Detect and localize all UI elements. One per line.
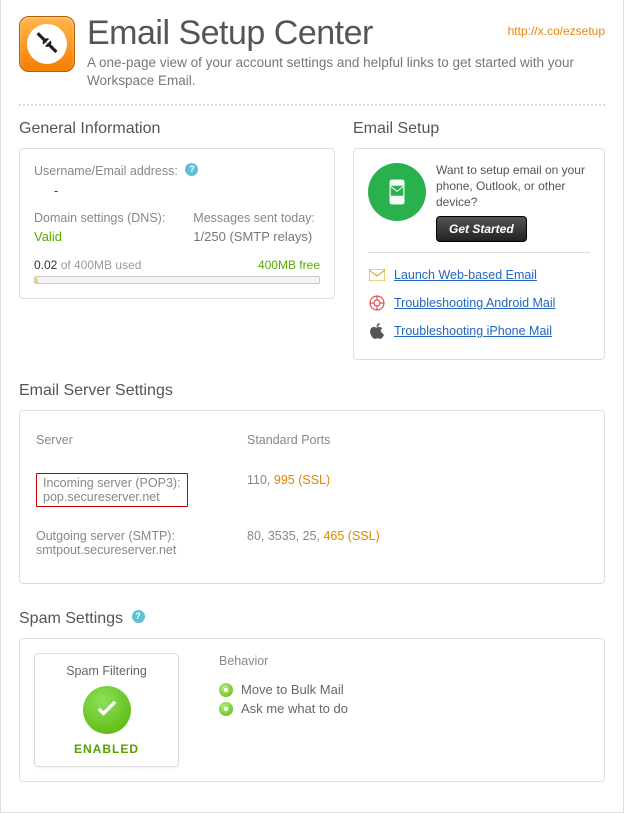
col-ports: Standard Ports	[247, 427, 588, 461]
storage-used: 0.02	[34, 258, 57, 272]
list-item: Launch Web-based Email	[368, 261, 590, 289]
help-icon[interactable]: ?	[185, 163, 198, 176]
top-link[interactable]: http://x.co/ezsetup	[508, 24, 605, 38]
incoming-server-host: pop.secureserver.net	[43, 490, 160, 504]
launch-webmail-link[interactable]: Launch Web-based Email	[394, 268, 537, 282]
outgoing-server-label: Outgoing server (SMTP):	[36, 529, 175, 543]
sent-label: Messages sent today:	[193, 211, 315, 225]
storage-bar	[34, 276, 320, 284]
sent-value: 1/250 (SMTP relays)	[193, 229, 315, 244]
page-header: Email Setup Center A one-page view of yo…	[19, 16, 605, 90]
envelope-icon	[368, 266, 386, 284]
table-row: Outgoing server (SMTP): smtpout.securese…	[36, 519, 588, 567]
spam-filtering-card: Spam Filtering ENABLED	[34, 653, 179, 767]
storage-free: 400MB free	[258, 258, 320, 272]
page-subtitle: A one-page view of your account settings…	[87, 54, 605, 90]
spam-status: ENABLED	[41, 742, 172, 756]
tools-icon	[19, 16, 75, 72]
behavior-label: Behavior	[219, 654, 268, 668]
spam-card-title: Spam Filtering	[41, 664, 172, 678]
incoming-ports-plain: 110,	[247, 473, 274, 487]
behavior-option[interactable]: Move to Bulk Mail	[219, 682, 348, 697]
get-started-button[interactable]: Get Started	[436, 216, 527, 242]
storage-bar-fill	[35, 277, 38, 283]
list-item: Troubleshooting iPhone Mail	[368, 317, 590, 345]
behavior-option[interactable]: Ask me what to do	[219, 701, 348, 716]
dns-label: Domain settings (DNS):	[34, 211, 165, 225]
spam-settings-panel: Spam Filtering ENABLED Behavior Move to …	[19, 638, 605, 782]
incoming-server-highlight: Incoming server (POP3): pop.secureserver…	[36, 473, 188, 507]
outgoing-ports-ssl: 465 (SSL)	[323, 529, 379, 543]
list-item: Troubleshooting Android Mail	[368, 289, 590, 317]
troubleshoot-android-link[interactable]: Troubleshooting Android Mail	[394, 296, 555, 310]
section-title-general-info: General Information	[19, 120, 335, 138]
username-label: Username/Email address:	[34, 164, 178, 178]
general-info-panel: Username/Email address: ? - Domain setti…	[19, 148, 335, 299]
behavior-option-label: Move to Bulk Mail	[241, 682, 344, 697]
behavior-option-label: Ask me what to do	[241, 701, 348, 716]
incoming-ports-ssl: 995 (SSL)	[274, 473, 330, 487]
setup-prompt: Want to setup email on your phone, Outlo…	[436, 163, 590, 210]
radio-dot-icon	[219, 702, 233, 716]
checkmark-icon	[83, 686, 131, 734]
email-setup-panel: Want to setup email on your phone, Outlo…	[353, 148, 605, 360]
troubleshoot-iphone-link[interactable]: Troubleshooting iPhone Mail	[394, 324, 552, 338]
incoming-server-label: Incoming server (POP3):	[43, 476, 181, 490]
lifesaver-icon	[368, 294, 386, 312]
section-title-server-settings: Email Server Settings	[19, 382, 605, 400]
col-server: Server	[36, 427, 245, 461]
storage-cap: of 400MB used	[57, 258, 141, 272]
dns-value: Valid	[34, 229, 165, 244]
storage-row: 0.02 of 400MB used 400MB free	[34, 258, 320, 272]
section-title-email-setup: Email Setup	[353, 120, 605, 138]
server-settings-panel: Server Standard Ports Incoming server (P…	[19, 410, 605, 584]
section-title-spam-settings: Spam Settings ?	[19, 610, 605, 628]
server-table: Server Standard Ports Incoming server (P…	[34, 425, 590, 569]
divider	[19, 104, 605, 106]
outgoing-server-host: smtpout.secureserver.net	[36, 543, 176, 557]
help-icon[interactable]: ?	[132, 610, 145, 623]
apple-icon	[368, 322, 386, 340]
username-value: -	[54, 184, 320, 198]
mobile-mail-icon	[368, 163, 426, 221]
outgoing-ports-plain: 80, 3535, 25,	[247, 529, 323, 543]
radio-dot-icon	[219, 683, 233, 697]
table-row: Incoming server (POP3): pop.secureserver…	[36, 463, 588, 517]
